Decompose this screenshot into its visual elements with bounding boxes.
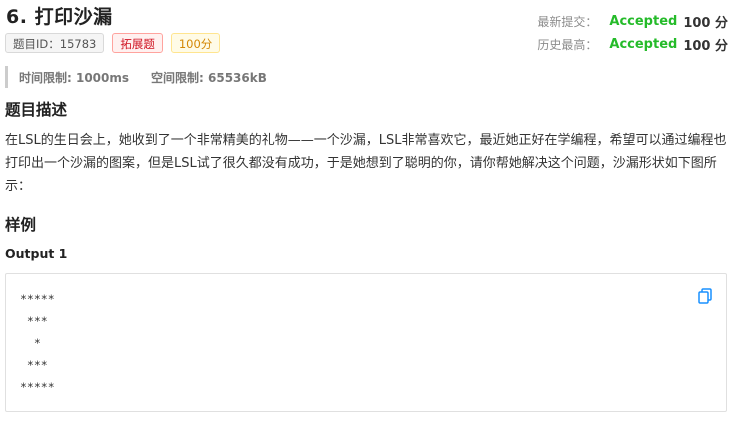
best-submission-score: 100 分 <box>683 39 728 54</box>
limits-bar: 时间限制: 1000ms 空间限制: 65536kB <box>5 66 267 88</box>
latest-submission-status: 最新提交： Accepted 100 分 <box>537 12 728 31</box>
best-submission-label: 历史最高： <box>537 38 598 52</box>
description-heading: 题目描述 <box>5 101 68 119</box>
time-limit: 时间限制: 1000ms <box>19 70 130 85</box>
latest-submission-score: 100 分 <box>683 16 728 31</box>
latest-submission-label: 最新提交： <box>537 15 598 29</box>
output-label: Output 1 <box>5 246 68 261</box>
latest-submission-result[interactable]: Accepted <box>609 14 677 29</box>
problem-id-tag: 题目ID：15783 <box>5 33 105 53</box>
problem-kind-tag[interactable]: 拓展题 <box>112 33 163 53</box>
best-submission-result[interactable]: Accepted <box>609 37 677 52</box>
copy-icon[interactable] <box>698 288 712 304</box>
problem-tags: 题目ID：15783 拓展题 100分 <box>5 33 221 53</box>
sample-output-box: ***** *** * *** ***** <box>5 273 727 412</box>
memory-limit: 空间限制: 65536kB <box>151 70 267 85</box>
problem-number: 6. <box>6 6 28 28</box>
best-submission-status: 历史最高： Accepted 100 分 <box>537 35 728 54</box>
problem-score-tag: 100分 <box>170 33 221 53</box>
sample-heading: 样例 <box>5 216 37 234</box>
problem-name: 打印沙漏 <box>34 6 113 28</box>
problem-title: 6. 打印沙漏 <box>6 2 113 29</box>
description-text: 在LSL的生日会上，她收到了一个非常精美的礼物——一个沙漏，LSL非常喜欢它，最… <box>5 133 727 194</box>
sample-output-code: ***** *** * *** ***** <box>20 292 55 394</box>
